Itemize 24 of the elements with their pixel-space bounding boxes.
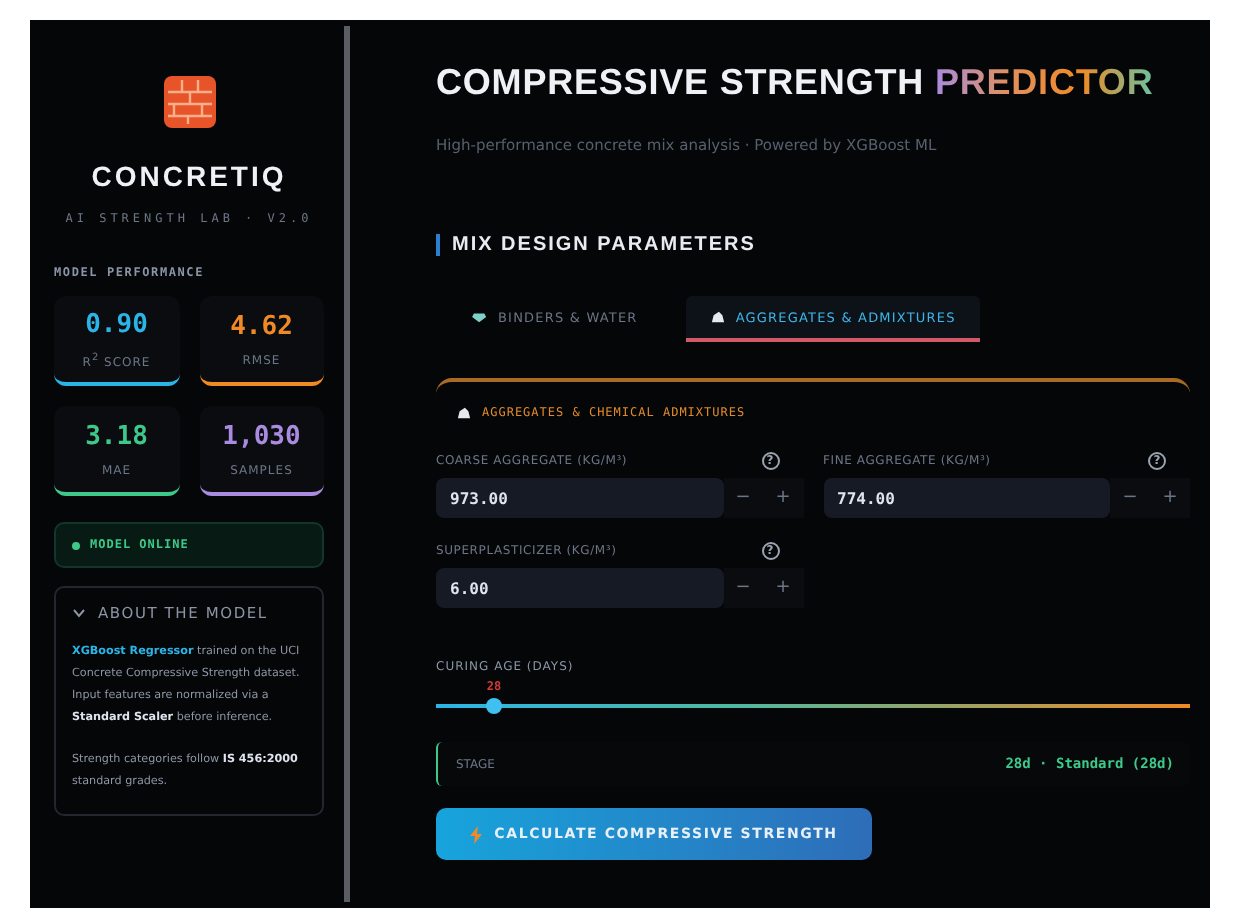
decrement-button[interactable]: −	[723, 568, 763, 608]
decrement-button[interactable]: −	[723, 478, 763, 518]
metric-value: 1,030	[222, 421, 301, 451]
rock-icon	[456, 406, 472, 420]
number-field[interactable]: 6.00	[436, 568, 723, 608]
chevron-icon	[72, 608, 86, 618]
page-title: COMPRESSIVE STRENGTH PREDICTOR	[436, 60, 1156, 106]
number-field[interactable]: 774.00	[823, 478, 1110, 518]
increment-button[interactable]: +	[1150, 478, 1190, 518]
metric-value: 3.18	[85, 421, 148, 451]
increment-button[interactable]: +	[763, 568, 803, 608]
rock-icon	[709, 310, 726, 324]
decrement-button[interactable]: −	[1110, 478, 1150, 518]
app-logo: CONCRETIQ	[91, 160, 287, 192]
lightning-icon	[470, 825, 483, 843]
metric-value: 4.62	[230, 311, 293, 341]
scrollbar[interactable]	[344, 26, 350, 902]
brick-icon	[163, 76, 215, 128]
slider-thumb[interactable]	[486, 698, 503, 714]
section-heading: MIX DESIGN PARAMETERS	[436, 234, 1190, 256]
increment-button[interactable]: +	[763, 478, 803, 518]
number-field[interactable]: 973.00	[436, 478, 723, 518]
gem-icon	[472, 310, 488, 324]
metric-value: 0.90	[85, 309, 148, 339]
